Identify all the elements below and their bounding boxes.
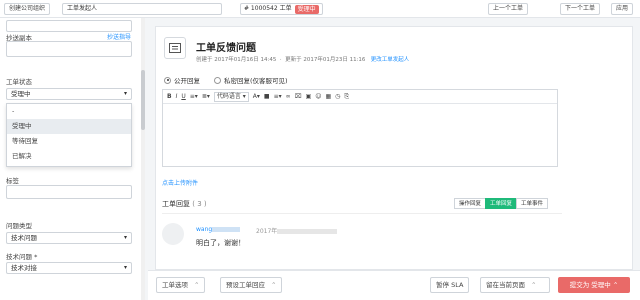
bottom-action-bar: 工单选项 ⌃ 预设工单回应 ⌃ 暂停 SLA 留在当前页面 ⌃ 提交为 受理中 ⌃ bbox=[148, 270, 640, 300]
apply-button[interactable]: 应用 bbox=[611, 3, 634, 15]
status-select[interactable]: 受理中 ▾ bbox=[6, 88, 132, 100]
meta-created: 创建于 2017年01月16日 14:45 bbox=[196, 57, 277, 63]
replies-count: ( 3 ) bbox=[192, 200, 207, 208]
bullet-list-icon[interactable]: ≣▾ bbox=[202, 93, 210, 100]
ticket-options-button[interactable]: 工单选项 ⌃ bbox=[156, 277, 206, 293]
preset-response-button[interactable]: 预设工单回应 ⌃ bbox=[220, 277, 283, 293]
clear-format-icon[interactable]: ⌧ bbox=[295, 93, 302, 100]
reply-author[interactable]: wang bbox=[196, 226, 241, 233]
type-select-value: 技术问题 bbox=[11, 234, 37, 242]
status-badge: 受理中 bbox=[294, 4, 319, 14]
private-reply-radio[interactable]: 私密回复(仅客服可见) bbox=[214, 75, 288, 85]
public-reply-label: 公开回复 bbox=[174, 77, 200, 85]
caret-down-icon: ▾ bbox=[123, 90, 127, 97]
sidebar-scrollbar[interactable] bbox=[141, 18, 145, 300]
reply-author-name: wang bbox=[196, 226, 213, 233]
text-color-icon[interactable]: ■ bbox=[264, 93, 270, 100]
reply-editor[interactable]: B I U ≡▾ ≣▾ 代码语言 ▾ A▾ ■ ≡▾ ∞ ⌧ ▣ ☺ ▦ ◷ ⎘ bbox=[162, 89, 558, 167]
font-size-icon[interactable]: A▾ bbox=[253, 93, 260, 100]
preset-response-label: 预设工单回应 bbox=[226, 281, 265, 289]
reply-time: 2017年 bbox=[256, 226, 338, 235]
private-reply-label: 私密回复(仅客服可见) bbox=[224, 77, 288, 85]
bold-icon[interactable]: B bbox=[167, 93, 172, 100]
divider bbox=[162, 213, 562, 214]
tab-ticket-replies[interactable]: 工单回复 bbox=[485, 198, 518, 209]
chevron-up-icon: ⌃ bbox=[531, 281, 537, 289]
align-icon[interactable]: ≡▾ bbox=[274, 93, 282, 100]
status-option[interactable]: 等待回复 bbox=[7, 134, 131, 149]
ticket-id-chip: # 1000542 工单 受理中 bbox=[240, 3, 323, 15]
redacted-block bbox=[212, 227, 241, 232]
code-language-select[interactable]: 代码语言 ▾ bbox=[213, 91, 249, 102]
reply-filter-tabs: 操作回复 工单回复 工单事件 bbox=[454, 198, 549, 209]
history-icon[interactable]: ◷ bbox=[335, 93, 340, 100]
cc-input[interactable] bbox=[6, 41, 132, 57]
tags-label: 标签 bbox=[6, 177, 19, 185]
change-requester-link[interactable]: 更改工单发起人 bbox=[371, 57, 410, 63]
image-icon[interactable]: ▣ bbox=[306, 93, 312, 100]
cc-guide-link[interactable]: 抄送指导 bbox=[107, 32, 131, 41]
scrollbar-thumb[interactable] bbox=[141, 70, 145, 130]
stay-on-page-select[interactable]: 留在当前页面 ⌃ bbox=[480, 277, 550, 293]
type-label: 问题类型 bbox=[6, 222, 32, 230]
chevron-up-icon: ⌃ bbox=[612, 281, 619, 289]
status-dropdown: - 受理中 等待回复 已解决 bbox=[6, 103, 132, 167]
tech-label: 技术问题 * bbox=[6, 253, 38, 261]
ticket-main-panel: 工单反馈问题 创建于 2017年01月16日 14:45 · 更新于 2017年… bbox=[155, 26, 633, 270]
redacted-block bbox=[277, 229, 338, 234]
source-icon[interactable]: ⎘ bbox=[344, 93, 349, 101]
ticket-options-label: 工单选项 bbox=[162, 281, 188, 289]
pause-sla-button[interactable]: 暂停 SLA bbox=[430, 277, 470, 293]
reply-type-group: 公开回复 私密回复(仅客服可见) bbox=[164, 75, 288, 85]
submit-button[interactable]: 提交为 受理中 ⌃ bbox=[558, 277, 630, 293]
ticket-title: 工单反馈问题 bbox=[196, 43, 256, 54]
ticket-meta: 创建于 2017年01月16日 14:45 · 更新于 2017年01月23日 … bbox=[196, 57, 410, 63]
tab-ops-replies[interactable]: 操作回复 bbox=[454, 198, 487, 209]
create-company-button[interactable]: 创建公司组织 bbox=[4, 3, 51, 15]
status-option[interactable]: - bbox=[7, 104, 131, 119]
replies-heading: 工单回复 ( 3 ) bbox=[162, 199, 207, 209]
stay-on-page-label: 留在当前页面 bbox=[486, 281, 525, 289]
table-icon[interactable]: ▦ bbox=[326, 93, 332, 100]
chevron-up-icon: ⌃ bbox=[271, 281, 277, 289]
ticket-number: # 1000542 工单 bbox=[244, 5, 292, 12]
underline-icon[interactable]: U bbox=[181, 93, 185, 100]
status-select-value: 受理中 bbox=[11, 90, 31, 98]
radio-checked-icon bbox=[164, 76, 171, 84]
avatar bbox=[162, 223, 184, 245]
editor-toolbar: B I U ≡▾ ≣▾ 代码语言 ▾ A▾ ■ ≡▾ ∞ ⌧ ▣ ☺ ▦ ◷ ⎘ bbox=[163, 90, 557, 104]
caret-down-icon: ▾ bbox=[123, 264, 127, 271]
tech-select-value: 技术对接 bbox=[11, 264, 37, 272]
tab-ticket-events[interactable]: 工单事件 bbox=[516, 198, 549, 209]
caret-down-icon: ▾ bbox=[123, 234, 127, 241]
submit-label: 提交为 受理中 bbox=[569, 281, 611, 289]
document-icon bbox=[164, 37, 186, 59]
reply-time-text: 2017年 bbox=[256, 228, 278, 235]
status-option[interactable]: 受理中 bbox=[7, 119, 131, 134]
status-option[interactable]: 已解决 bbox=[7, 149, 131, 164]
next-ticket-button[interactable]: 下一个工单 bbox=[560, 3, 601, 15]
tech-select[interactable]: 技术对接 ▾ bbox=[6, 262, 132, 274]
requester-label: 工单发起人 bbox=[67, 5, 98, 12]
chevron-up-icon: ⌃ bbox=[194, 281, 200, 289]
upload-attachment-link[interactable]: 点击上传附件 bbox=[162, 178, 198, 187]
requester-input[interactable]: 工单发起人 bbox=[62, 3, 222, 15]
sidebar-top-field[interactable] bbox=[6, 20, 132, 32]
prev-ticket-button[interactable]: 上一个工单 bbox=[488, 3, 529, 15]
type-select[interactable]: 技术问题 ▾ bbox=[6, 232, 132, 244]
ordered-list-icon[interactable]: ≡▾ bbox=[190, 93, 198, 100]
link-icon[interactable]: ∞ bbox=[286, 93, 291, 100]
code-language-value: 代码语言 bbox=[216, 92, 241, 100]
meta-updated: 更新于 2017年01月23日 11:16 bbox=[285, 57, 366, 63]
emoji-icon[interactable]: ☺ bbox=[315, 93, 321, 100]
reply-content: 明白了，谢谢！ bbox=[196, 239, 245, 247]
status-label: 工单状态 bbox=[6, 78, 32, 86]
radio-unchecked-icon bbox=[214, 76, 221, 84]
public-reply-radio[interactable]: 公开回复 bbox=[164, 75, 200, 85]
tags-input[interactable] bbox=[6, 185, 132, 199]
top-bar: 创建公司组织 工单发起人 # 1000542 工单 受理中 上一个工单 下一个工… bbox=[0, 0, 640, 18]
replies-title-text: 工单回复 bbox=[162, 200, 190, 208]
italic-icon[interactable]: I bbox=[176, 93, 178, 100]
